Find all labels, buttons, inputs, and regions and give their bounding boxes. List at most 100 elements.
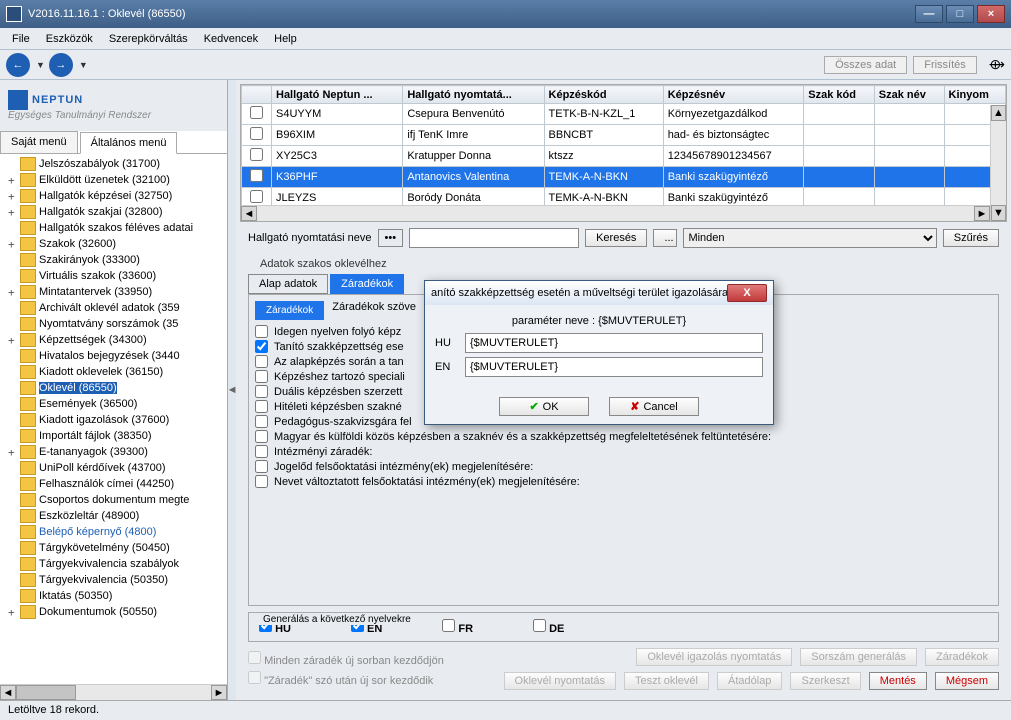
filter-more-button[interactable]: ... <box>653 229 677 247</box>
dialog-ok-button[interactable]: ✔OK <box>499 397 589 416</box>
tree-item[interactable]: +Hallgatók szakjai (32800) <box>0 204 227 220</box>
menu-role[interactable]: Szerepkörváltás <box>101 30 196 48</box>
tree-item[interactable]: Jelszószabályok (31700) <box>0 156 227 172</box>
filter-select[interactable]: Minden <box>683 228 936 248</box>
dialog-en-input[interactable] <box>465 357 763 377</box>
row-checkbox[interactable] <box>250 148 263 161</box>
tree-item[interactable]: Eszközleltár (48900) <box>0 508 227 524</box>
tree-item[interactable]: Importált fájlok (38350) <box>0 428 227 444</box>
dialog-cancel-button[interactable]: ✘Cancel <box>609 397 699 416</box>
table-row[interactable]: B96XIMifj TenK ImreBBNCBThad- és biztons… <box>242 125 1006 146</box>
zaradek-check[interactable]: Intézményi záradék: <box>255 444 992 459</box>
tree-item[interactable]: Kiadott igazolások (37600) <box>0 412 227 428</box>
opt-after-word[interactable]: "Záradék" szó után új sor kezdődik <box>248 671 444 687</box>
subtab-zaradekok[interactable]: Záradékok <box>255 301 324 320</box>
btn-teszt[interactable]: Teszt oklevél <box>624 672 709 690</box>
btn-igazolas[interactable]: Oklevél igazolás nyomtatás <box>636 648 792 666</box>
search-button[interactable]: Keresés <box>585 229 647 247</box>
table-row[interactable]: XY25C3Kratupper Donnaktszz12345678901234… <box>242 146 1006 167</box>
zaradek-check[interactable]: Magyar és külföldi közös képzésben a sza… <box>255 429 992 444</box>
tree-item[interactable]: Kiadott oklevelek (36150) <box>0 364 227 380</box>
nav-forward-button[interactable]: → <box>49 53 73 77</box>
tree-view[interactable]: Jelszószabályok (31700)+Elküldött üzenet… <box>0 154 227 684</box>
btn-sorszam[interactable]: Sorszám generálás <box>800 648 917 666</box>
grid-header[interactable]: Képzésnév <box>663 86 804 104</box>
minimize-button[interactable]: — <box>915 5 943 23</box>
btn-megsem[interactable]: Mégsem <box>935 672 999 690</box>
tree-item[interactable]: Archivált oklevél adatok (359 <box>0 300 227 316</box>
nav-back-dropdown[interactable]: ▼ <box>32 60 49 70</box>
tree-item[interactable]: +Hallgatók képzései (32750) <box>0 188 227 204</box>
tree-item[interactable]: Csoportos dokumentum megte <box>0 492 227 508</box>
lang-fr[interactable]: FR <box>442 619 473 635</box>
pin-icon[interactable]: ⟴ <box>989 56 1005 73</box>
grid-hscroll[interactable]: ◄► <box>241 205 990 221</box>
table-row[interactable]: S4UYYMCsepura BenvenútóTETK-B-N-KZL_1Kör… <box>242 104 1006 125</box>
filter-mode-button[interactable]: ••• <box>378 229 404 247</box>
lang-de[interactable]: DE <box>533 619 564 635</box>
tree-item[interactable]: Hallgatók szakos féléves adatai <box>0 220 227 236</box>
tree-item[interactable]: Felhasználók címei (44250) <box>0 476 227 492</box>
all-data-button[interactable]: Összes adat <box>824 56 907 74</box>
grid-header[interactable]: Kinyom <box>944 86 1005 104</box>
tree-item[interactable]: +E-tananyagok (39300) <box>0 444 227 460</box>
btn-zaradekok[interactable]: Záradékok <box>925 648 999 666</box>
grid-header[interactable] <box>242 86 272 104</box>
dialog-close-button[interactable]: X <box>727 284 767 302</box>
nav-forward-dropdown[interactable]: ▼ <box>75 60 92 70</box>
tree-item[interactable]: Események (36500) <box>0 396 227 412</box>
btn-nyomtatas[interactable]: Oklevél nyomtatás <box>504 672 616 690</box>
menu-help[interactable]: Help <box>266 30 305 48</box>
zaradek-check[interactable]: Nevet változtatott felsőoktatási intézmé… <box>255 474 992 489</box>
tree-item[interactable]: Oklevél (86550) <box>0 380 227 396</box>
tree-item[interactable]: Szakirányok (33300) <box>0 252 227 268</box>
menu-tools[interactable]: Eszközök <box>38 30 101 48</box>
tree-item[interactable]: Tárgykövetelmény (50450) <box>0 540 227 556</box>
grid-vscroll[interactable]: ▲▼ <box>990 105 1006 221</box>
tab-own-menu[interactable]: Saját menü <box>0 131 78 153</box>
filter-input[interactable] <box>409 228 579 248</box>
grid-header[interactable]: Hallgató Neptun ... <box>272 86 403 104</box>
nav-back-button[interactable]: ← <box>6 53 30 77</box>
dialog-hu-input[interactable] <box>465 333 763 353</box>
zaradek-check[interactable]: Jogelőd felsőoktatási intézmény(ek) megj… <box>255 459 992 474</box>
grid-header[interactable]: Szak név <box>874 86 944 104</box>
sidebar-hscroll[interactable]: ◄► <box>0 684 227 700</box>
refresh-button[interactable]: Frissítés <box>913 56 977 74</box>
table-row[interactable]: K36PHFAntanovics ValentinaTEMK-A-N-BKNBa… <box>242 167 1006 188</box>
tree-item[interactable]: +Képzettségek (34300) <box>0 332 227 348</box>
tree-item[interactable]: Tárgyekvivalencia (50350) <box>0 572 227 588</box>
tree-item[interactable]: Nyomtatvány sorszámok (35 <box>0 316 227 332</box>
maximize-button[interactable]: □ <box>946 5 974 23</box>
grid-header[interactable]: Képzéskód <box>544 86 663 104</box>
tree-item[interactable]: Tárgyekvivalencia szabályok <box>0 556 227 572</box>
tree-item[interactable]: Virtuális szakok (33600) <box>0 268 227 284</box>
tree-item[interactable]: Hivatalos bejegyzések (3440 <box>0 348 227 364</box>
close-button[interactable]: × <box>977 5 1005 23</box>
btn-atadolap[interactable]: Átadólap <box>717 672 782 690</box>
btn-szerkeszt[interactable]: Szerkeszt <box>790 672 860 690</box>
tree-item[interactable]: +Mintatantervek (33950) <box>0 284 227 300</box>
filter-apply-button[interactable]: Szűrés <box>943 229 999 247</box>
btn-mentes[interactable]: Mentés <box>869 672 927 690</box>
tree-item[interactable]: UniPoll kérdőívek (43700) <box>0 460 227 476</box>
splitter[interactable]: ◄ <box>228 80 236 700</box>
tree-item[interactable]: +Dokumentumok (50550) <box>0 604 227 620</box>
grid-header[interactable]: Szak kód <box>804 86 875 104</box>
tab-alap[interactable]: Alap adatok <box>248 274 328 294</box>
row-checkbox[interactable] <box>250 106 263 119</box>
tree-item[interactable]: +Szakok (32600) <box>0 236 227 252</box>
menu-file[interactable]: File <box>4 30 38 48</box>
tree-item[interactable]: Iktatás (50350) <box>0 588 227 604</box>
opt-newline[interactable]: Minden záradék új sorban kezdődjön <box>248 651 444 667</box>
row-checkbox[interactable] <box>250 169 263 182</box>
tab-zaradekok[interactable]: Záradékok <box>330 274 404 294</box>
grid-header[interactable]: Hallgató nyomtatá... <box>403 86 544 104</box>
row-checkbox[interactable] <box>250 127 263 140</box>
tab-general-menu[interactable]: Általános menü <box>80 132 178 154</box>
data-grid[interactable]: Hallgató Neptun ...Hallgató nyomtatá...K… <box>240 84 1007 222</box>
row-checkbox[interactable] <box>250 190 263 203</box>
tree-item[interactable]: Belépő képernyő (4800) <box>0 524 227 540</box>
menu-fav[interactable]: Kedvencek <box>196 30 266 48</box>
tree-item[interactable]: +Elküldött üzenetek (32100) <box>0 172 227 188</box>
